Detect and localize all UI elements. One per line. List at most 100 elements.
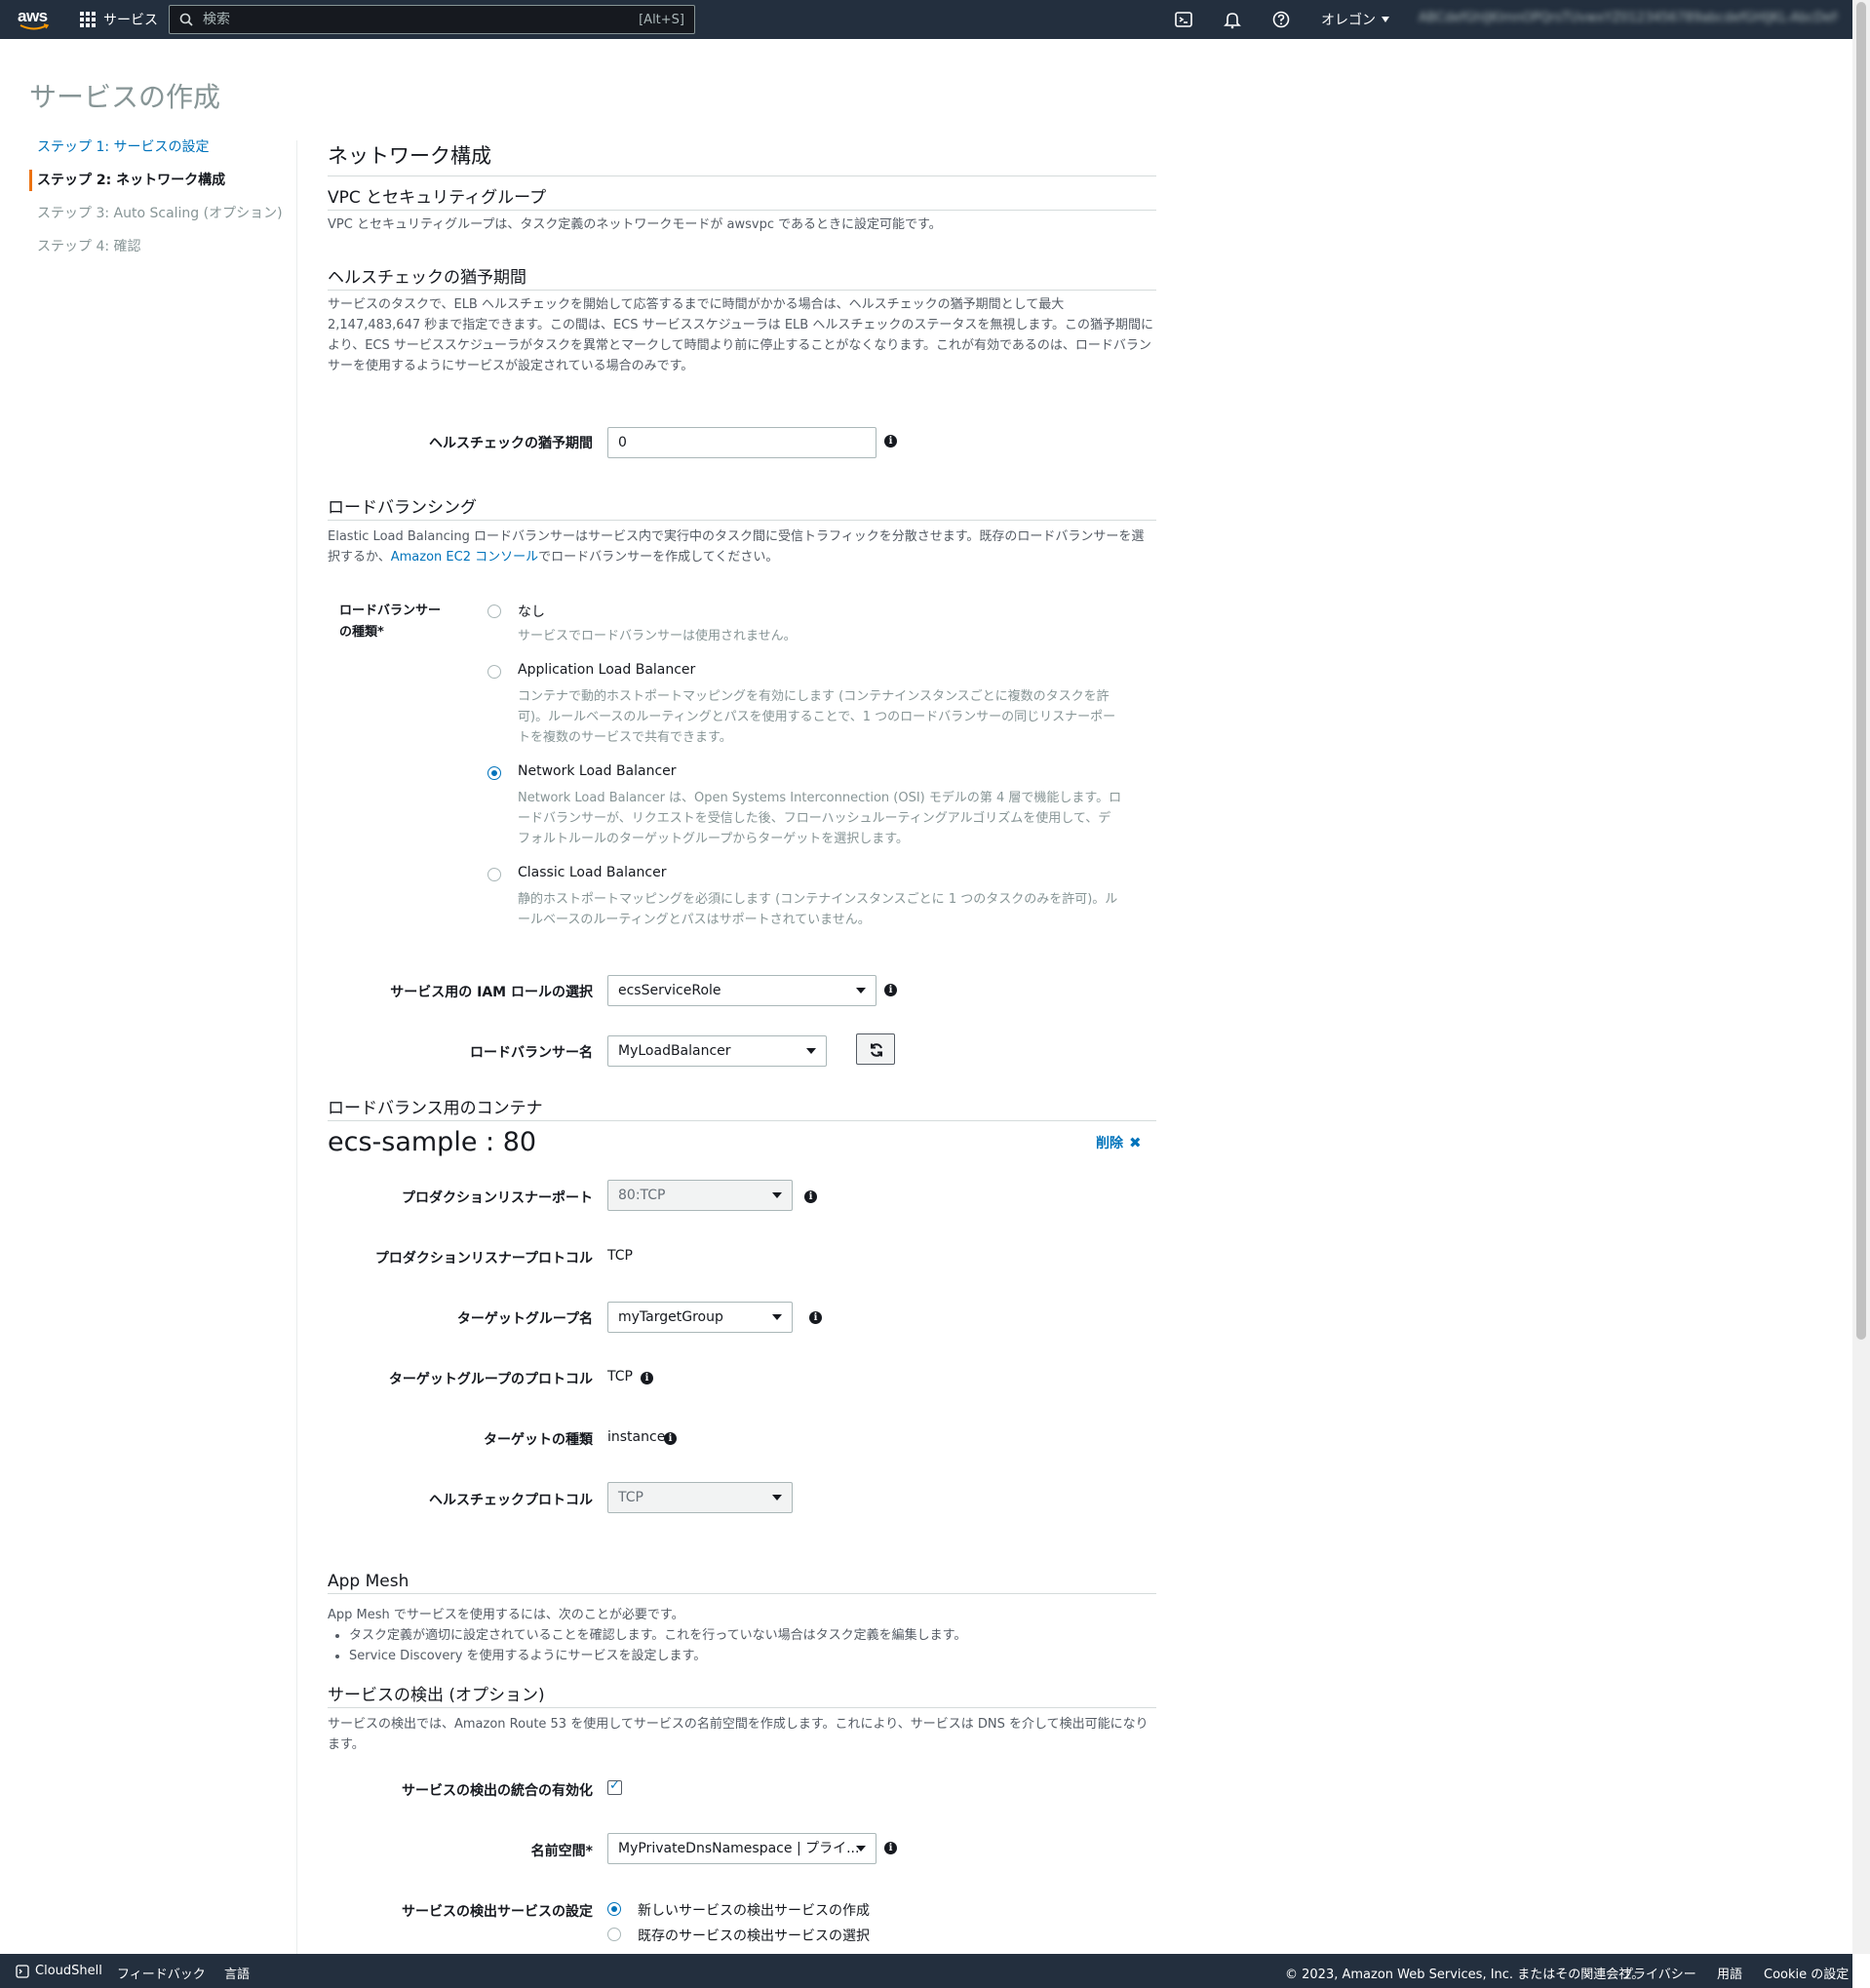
caret-down-icon bbox=[772, 1192, 782, 1198]
info-icon[interactable]: i bbox=[641, 1372, 653, 1384]
app-mesh-title: App Mesh bbox=[328, 1572, 1156, 1594]
listener-protocol-label: プロダクションリスナープロトコル bbox=[374, 1251, 593, 1267]
info-icon[interactable]: i bbox=[809, 1311, 822, 1324]
caret-down-icon bbox=[806, 1048, 816, 1054]
radio-new-sd-service-label: 新しいサービスの検出サービスの作成 bbox=[638, 1903, 870, 1919]
top-navigation: aws サービス [Alt+S] オレゴン ABCdefGhIJKlmnOPQr… bbox=[0, 0, 1852, 39]
cookie-settings-link[interactable]: Cookie の設定 bbox=[1764, 1964, 1849, 1982]
info-icon[interactable]: i bbox=[804, 1190, 817, 1203]
container-section-title: ロードバランス用のコンテナ bbox=[328, 1094, 1156, 1121]
vpc-description: VPC とセキュリティグループは、タスク定義のネットワークモードが awsvpc… bbox=[328, 217, 942, 232]
radio-existing-sd-service[interactable] bbox=[607, 1928, 621, 1941]
radio-none-desc: サービスでロードバランサーは使用されません。 bbox=[518, 629, 797, 643]
step-3: ステップ 3: Auto Scaling (オプション) bbox=[37, 206, 283, 221]
container-name: ecs-sample : 80 bbox=[328, 1127, 537, 1157]
radio-clb-label: Classic Load Balancer bbox=[518, 865, 667, 880]
info-icon[interactable]: i bbox=[884, 984, 897, 996]
services-label: サービス bbox=[103, 13, 158, 28]
radio-none-label: なし bbox=[518, 604, 545, 620]
caret-down-icon bbox=[772, 1495, 782, 1501]
step-2-current: ステップ 2: ネットワーク構成 bbox=[29, 170, 283, 203]
lb-name-value: MyLoadBalancer bbox=[618, 1043, 731, 1059]
privacy-link[interactable]: プライバシー bbox=[1620, 1964, 1696, 1982]
remove-container-link[interactable]: 削除 ✖ bbox=[1096, 1133, 1142, 1152]
search-shortcut: [Alt+S] bbox=[639, 12, 684, 27]
app-mesh-requirements: タスク定義が適切に設定されていることを確認します。これを行っていない場合はタスク… bbox=[349, 1625, 1156, 1666]
sd-service-label: サービスの検出サービスの設定 bbox=[402, 1904, 593, 1920]
page-title: サービスの作成 bbox=[29, 81, 221, 113]
section-heading: ネットワーク構成 bbox=[328, 140, 1156, 176]
radio-existing-sd-service-label: 既存のサービスの検出サービスの選択 bbox=[638, 1929, 870, 1944]
health-check-protocol-value: TCP bbox=[618, 1490, 643, 1505]
close-icon: ✖ bbox=[1129, 1134, 1142, 1151]
account-menu[interactable]: ABCdefGhIJKlmnOPQrsTUvwxYZ0123456789abcd… bbox=[1419, 11, 1838, 28]
iam-role-select[interactable]: ecsServiceRole bbox=[607, 975, 877, 1006]
remove-label: 削除 bbox=[1096, 1136, 1123, 1151]
listener-port-select[interactable]: 80:TCP bbox=[607, 1180, 793, 1211]
radio-nlb[interactable] bbox=[487, 766, 501, 780]
radio-new-sd-service[interactable] bbox=[607, 1902, 621, 1916]
cloudshell-button[interactable]: CloudShell bbox=[16, 1964, 102, 1978]
scrollbar-thumb[interactable] bbox=[1856, 2, 1866, 1340]
enable-service-discovery-checkbox[interactable] bbox=[607, 1778, 622, 1795]
copyright-text: © 2023, Amazon Web Services, Inc. またはその関… bbox=[1285, 1968, 1645, 1982]
cloudshell-icon[interactable] bbox=[1174, 10, 1193, 29]
services-menu[interactable]: サービス bbox=[80, 10, 158, 29]
radio-clb[interactable] bbox=[487, 868, 501, 881]
chevron-down-icon bbox=[1382, 17, 1389, 22]
namespace-value: MyPrivateDnsNamespace | プライ... bbox=[618, 1841, 860, 1856]
listener-port-value: 80:TCP bbox=[618, 1188, 666, 1203]
target-type-label: ターゲットの種類 bbox=[484, 1432, 593, 1448]
radio-clb-desc: 静的ホストポートマッピングを必須にします (コンテナインスタンスごとに 1 つの… bbox=[518, 892, 1118, 927]
listener-protocol-value: TCP bbox=[607, 1248, 633, 1264]
region-selector[interactable]: オレゴン bbox=[1321, 10, 1389, 29]
health-check-protocol-select[interactable]: TCP bbox=[607, 1482, 793, 1513]
search-input[interactable] bbox=[203, 12, 640, 27]
step-1-link[interactable]: ステップ 1: サービスの設定 bbox=[29, 136, 283, 170]
load-balancing-title: ロードバランシング bbox=[328, 493, 1156, 521]
ec2-console-link[interactable]: Amazon EC2 コンソール bbox=[391, 550, 538, 565]
health-grace-input[interactable] bbox=[607, 427, 877, 458]
lb-desc-after: でロードバランサーを作成してください。 bbox=[538, 550, 779, 565]
app-mesh-requirement-item: Service Discovery を使用するようにサービスを設定します。 bbox=[349, 1646, 1156, 1666]
language-link[interactable]: 言語 bbox=[224, 1964, 250, 1982]
page-scrollbar[interactable] bbox=[1852, 0, 1870, 1954]
iam-role-label: サービス用の IAM ロールの選択 bbox=[390, 985, 593, 1000]
terms-link[interactable]: 用語 bbox=[1717, 1964, 1742, 1982]
load-balancing-description: Elastic Load Balancing ロードバランサーはサービス内で実行… bbox=[328, 526, 1156, 567]
target-group-name-label: ターゲットグループ名 bbox=[456, 1311, 593, 1327]
aws-logo[interactable]: aws bbox=[18, 7, 53, 32]
info-icon[interactable]: i bbox=[884, 1842, 897, 1854]
radio-alb-desc: コンテナで動的ホストポートマッピングを有効にします (コンテナインスタンスごとに… bbox=[518, 689, 1116, 745]
target-group-protocol-value: TCP bbox=[607, 1369, 633, 1384]
aws-smile-icon bbox=[19, 23, 49, 30]
radio-nlb-label: Network Load Balancer bbox=[518, 763, 677, 779]
refresh-icon bbox=[871, 1043, 882, 1057]
search-box[interactable]: [Alt+S] bbox=[169, 5, 695, 34]
cloudshell-label: CloudShell bbox=[35, 1964, 102, 1978]
refresh-button[interactable] bbox=[856, 1033, 895, 1065]
notifications-bell-icon[interactable] bbox=[1223, 10, 1242, 29]
cloudshell-icon bbox=[16, 1964, 29, 1978]
lb-name-select[interactable]: MyLoadBalancer bbox=[607, 1035, 827, 1067]
target-group-name-select[interactable]: myTargetGroup bbox=[607, 1302, 793, 1333]
info-icon[interactable]: i bbox=[664, 1432, 677, 1445]
caret-down-icon bbox=[856, 1846, 866, 1852]
radio-alb[interactable] bbox=[487, 665, 501, 679]
radio-none[interactable] bbox=[487, 604, 501, 618]
health-check-protocol-label: ヘルスチェックプロトコル bbox=[429, 1493, 593, 1508]
region-label: オレゴン bbox=[1321, 13, 1376, 28]
wizard-steps: ステップ 1: サービスの設定 ステップ 2: ネットワーク構成 ステップ 3:… bbox=[29, 136, 283, 269]
lb-name-label: ロードバランサー名 bbox=[470, 1045, 593, 1061]
app-mesh-requirement-item: タスク定義が適切に設定されていることを確認します。これを行っていない場合はタスク… bbox=[349, 1625, 1156, 1646]
help-icon[interactable] bbox=[1271, 10, 1291, 29]
caret-down-icon bbox=[856, 988, 866, 994]
info-icon[interactable]: i bbox=[884, 435, 897, 448]
target-group-protocol-label: ターゲットグループのプロトコル bbox=[388, 1372, 593, 1387]
service-discovery-description: サービスの検出では、Amazon Route 53 を使用してサービスの名前空間… bbox=[328, 1717, 1149, 1752]
namespace-select[interactable]: MyPrivateDnsNamespace | プライ... bbox=[607, 1833, 877, 1864]
content-divider bbox=[296, 140, 297, 1954]
service-discovery-title: サービスの検出 (オプション) bbox=[328, 1681, 1156, 1708]
feedback-link[interactable]: フィードバック bbox=[117, 1964, 206, 1982]
caret-down-icon bbox=[772, 1314, 782, 1320]
